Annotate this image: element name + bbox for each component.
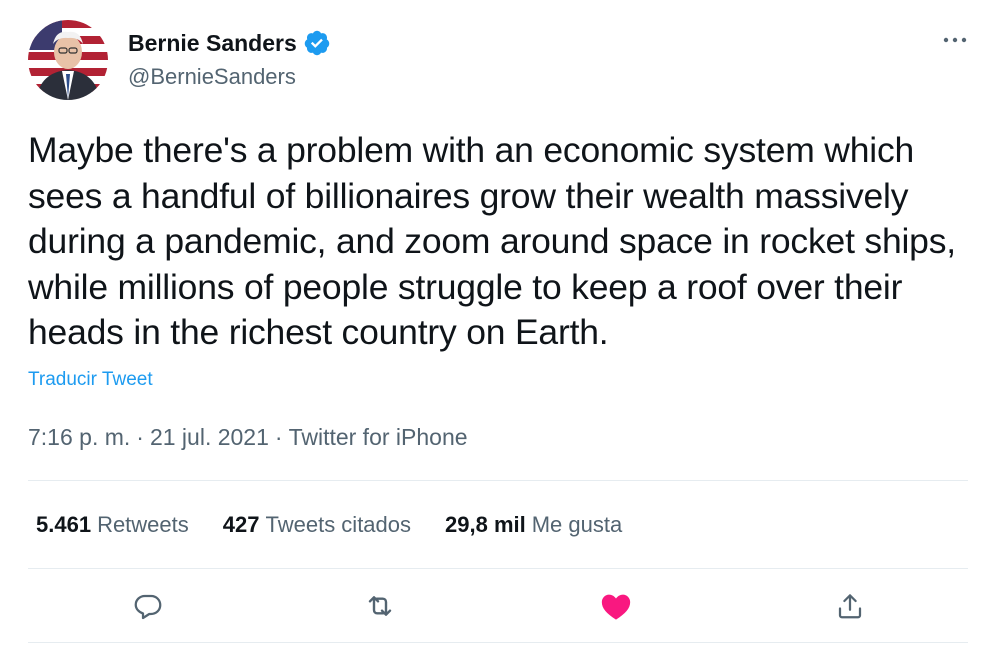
verified-badge-icon bbox=[304, 30, 329, 56]
avatar-image bbox=[28, 20, 100, 100]
like-button[interactable] bbox=[596, 586, 636, 626]
tweet-date[interactable]: 21 jul. 2021 bbox=[150, 424, 269, 450]
retweet-button[interactable] bbox=[360, 586, 400, 626]
divider bbox=[28, 568, 968, 569]
reply-icon bbox=[134, 594, 162, 620]
quotes-count: 427 bbox=[222, 512, 260, 537]
divider bbox=[28, 642, 968, 643]
retweets-stat[interactable]: 5.461 Retweets bbox=[36, 510, 189, 540]
reply-button[interactable] bbox=[128, 586, 168, 626]
share-button[interactable] bbox=[830, 586, 870, 626]
meta-separator: · bbox=[274, 424, 283, 450]
quotes-stat[interactable]: 427 Tweets citados bbox=[223, 510, 411, 540]
share-icon bbox=[838, 594, 862, 619]
translate-tweet-link[interactable]: Traducir Tweet bbox=[28, 367, 153, 393]
action-bar bbox=[0, 586, 1000, 626]
tweet-source[interactable]: Twitter for iPhone bbox=[289, 424, 468, 450]
likes-label: Me gusta bbox=[531, 512, 623, 537]
author-name-row[interactable]: Bernie Sanders bbox=[128, 28, 331, 58]
tweet-time[interactable]: 7:16 p. m. bbox=[28, 424, 130, 450]
retweet-icon bbox=[368, 596, 392, 616]
avatar[interactable] bbox=[28, 20, 108, 100]
quotes-label: Tweets citados bbox=[265, 512, 412, 537]
tweet-text: Maybe there's a problem with an economic… bbox=[28, 130, 956, 352]
likes-count: 29,8 mil bbox=[445, 512, 526, 537]
more-options-icon[interactable] bbox=[942, 30, 968, 50]
author-handle[interactable]: @BernieSanders bbox=[128, 62, 296, 92]
likes-stat[interactable]: 29,8 mil Me gusta bbox=[445, 510, 622, 540]
divider bbox=[28, 480, 968, 481]
tweet-card: Bernie Sanders @BernieSanders Maybe ther… bbox=[0, 0, 1000, 646]
author-display-name[interactable]: Bernie Sanders bbox=[128, 28, 297, 58]
heart-icon bbox=[601, 594, 631, 620]
tweet-stats: 5.461 Retweets 427 Tweets citados 29,8 mil… bbox=[36, 510, 656, 540]
tweet-meta: 7:16 p. m. · 21 jul. 2021 · Twitter for iPho… bbox=[28, 422, 468, 452]
retweets-count: 5.461 bbox=[36, 512, 92, 537]
retweets-label: Retweets bbox=[97, 512, 189, 537]
meta-separator: · bbox=[136, 424, 144, 450]
